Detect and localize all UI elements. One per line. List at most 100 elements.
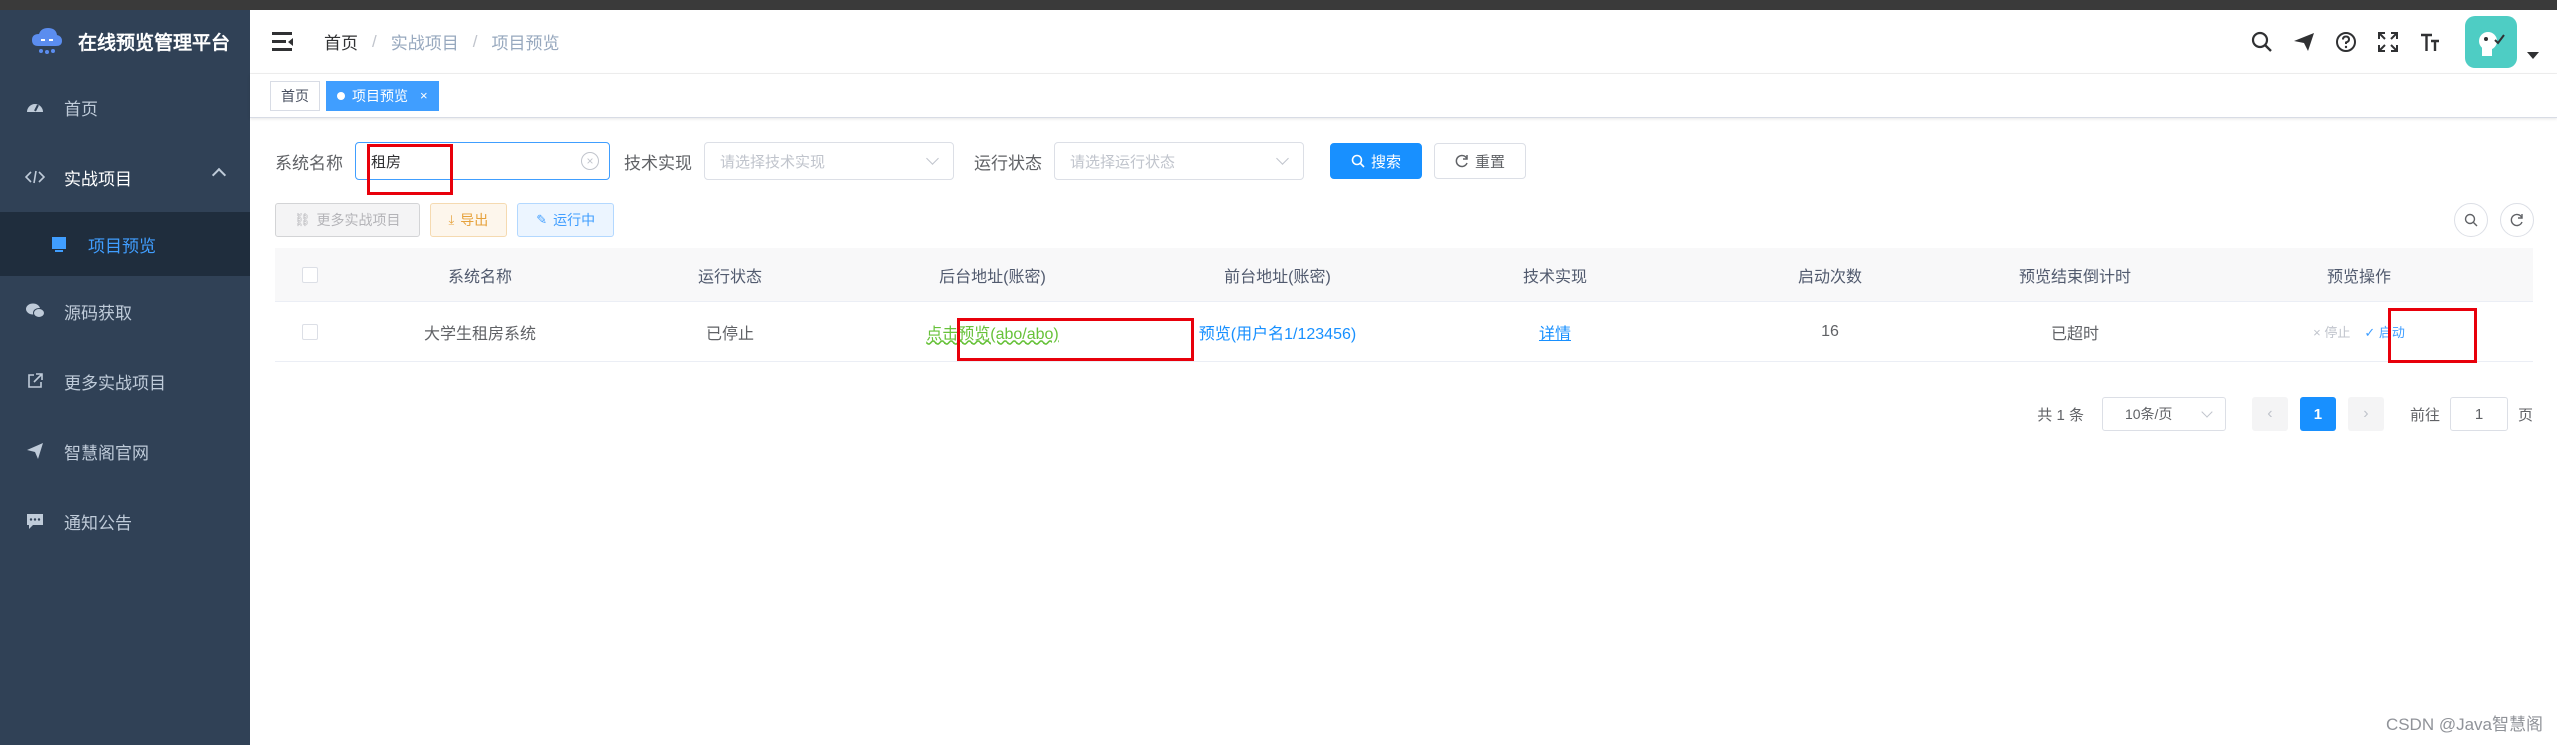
tag-home[interactable]: 首页 <box>270 80 320 111</box>
cloud-logo-icon <box>32 28 62 54</box>
export-button[interactable]: ⤓ 导出 <box>429 203 508 237</box>
sidebar-item-notice[interactable]: 通知公告 <box>0 486 250 556</box>
toggle-search-button[interactable] <box>2454 203 2488 237</box>
breadcrumb-projects: 实战项目 <box>390 34 459 53</box>
monitor-icon <box>50 235 68 253</box>
edit-icon: ✎ <box>536 212 548 227</box>
sidebar-item-source[interactable]: 源码获取 <box>0 276 250 346</box>
header-tech[interactable]: 技术实现 <box>1415 263 1695 287</box>
reset-button[interactable]: 重置 <box>1434 143 1526 179</box>
code-icon <box>24 166 46 188</box>
close-icon[interactable]: × <box>420 88 428 103</box>
wechat-icon <box>24 300 46 322</box>
refresh-icon <box>2510 213 2523 227</box>
sidebar-item-website[interactable]: 智慧阁官网 <box>0 416 250 486</box>
tag-preview[interactable]: 项目预览 × <box>326 80 439 111</box>
search-icon <box>1351 154 1365 168</box>
sidebar-item-projects[interactable]: 实战项目 <box>0 142 250 212</box>
page-suffix: 页 <box>2517 406 2533 424</box>
avatar[interactable] <box>2465 16 2517 68</box>
external-link-icon <box>24 370 46 392</box>
fullscreen-icon[interactable] <box>2375 29 2401 55</box>
header-status[interactable]: 运行状态 <box>615 263 845 287</box>
next-page-button[interactable]: › <box>2347 397 2384 431</box>
status-select-placeholder: 请选择运行状态 <box>1070 153 1176 171</box>
header-frontend[interactable]: 前台地址(账密) <box>1140 263 1415 287</box>
tech-label: 技术实现 <box>624 153 692 173</box>
avatar-image <box>2479 32 2505 56</box>
annotation-box-search <box>367 144 453 195</box>
watermark: CSDN @Java智慧阁 <box>2385 715 2543 734</box>
download-icon: ⤓ <box>448 212 455 227</box>
header-checkbox-cell <box>275 266 345 283</box>
page-size-select[interactable]: 10条/页 <box>2101 397 2226 431</box>
chevron-down-icon <box>926 152 939 165</box>
clear-icon[interactable]: × <box>581 152 599 170</box>
row-checkbox[interactable] <box>302 323 318 340</box>
chevron-up-icon <box>211 167 227 183</box>
tech-detail-link[interactable]: 详情 <box>1539 326 1571 343</box>
cell-name: 大学生租房系统 <box>423 325 536 343</box>
cell-operation: × 停止 ✓ 启动 <box>2185 322 2533 341</box>
status-label: 运行状态 <box>974 153 1042 173</box>
sidebar-item-label: 智慧阁官网 <box>64 443 149 463</box>
annotation-box-backend <box>957 318 1194 361</box>
sidebar: 在线预览管理平台 首页 实战项目 项目预览 源码获取 更多实战项目 智慧阁官网 … <box>0 10 250 745</box>
search-button[interactable]: 搜索 <box>1330 143 1422 179</box>
frontend-preview-link[interactable]: 预览(用户名1/123456) <box>1199 326 1356 343</box>
sidebar-item-home[interactable]: 首页 <box>0 72 250 142</box>
header-countdown[interactable]: 预览结束倒计时 <box>1965 263 2185 287</box>
cell-countdown: 已超时 <box>2050 325 2099 343</box>
top-strip <box>0 0 2557 10</box>
tech-select[interactable]: 请选择技术实现 <box>704 142 954 180</box>
send-icon[interactable] <box>2291 29 2317 55</box>
goto-label: 前往 <box>2409 406 2440 424</box>
pagination: 共 1 条 10条/页 ‹ 1 › 前往 1 页 <box>2037 396 2533 432</box>
page-jumper: 前往 1 页 <box>2410 397 2533 431</box>
cell-status: 已停止 <box>705 325 754 343</box>
text-size-icon[interactable] <box>2417 29 2443 55</box>
header-name[interactable]: 系统名称 <box>345 263 615 287</box>
table-toolbar: ⛓ 更多实战项目 ⤓ 导出 ✎ 运行中 <box>275 203 624 237</box>
goto-input[interactable]: 1 <box>2449 397 2508 431</box>
prev-page-button[interactable]: ‹ <box>2251 397 2288 431</box>
breadcrumb-preview: 项目预览 <box>491 34 560 53</box>
sidebar-item-label: 源码获取 <box>64 303 132 323</box>
sidebar-item-more-projects[interactable]: 更多实战项目 <box>0 346 250 416</box>
help-icon[interactable] <box>2333 29 2359 55</box>
tags-view: 首页 项目预览 × <box>250 74 2557 118</box>
link-icon: ⛓ <box>294 212 311 227</box>
cell-tech: 详情 <box>1415 320 1695 344</box>
more-projects-button[interactable]: ⛓ 更多实战项目 <box>275 203 420 237</box>
header-backend[interactable]: 后台地址(账密) <box>845 263 1140 287</box>
refresh-icon <box>1455 154 1468 168</box>
navbar: 首页 / 实战项目 / 项目预览 <box>250 10 2557 74</box>
row-checkbox-cell <box>275 323 345 340</box>
search-icon[interactable] <box>2249 29 2275 55</box>
annotation-box-start <box>2388 308 2477 363</box>
name-label: 系统名称 <box>275 153 343 173</box>
sidebar-item-label: 首页 <box>64 99 98 119</box>
sidebar-subitem-preview[interactable]: 项目预览 <box>0 212 250 276</box>
stop-button[interactable]: × 停止 <box>2313 322 2350 341</box>
hamburger-icon[interactable] <box>272 31 294 52</box>
select-all-checkbox[interactable] <box>302 266 318 283</box>
running-button[interactable]: ✎ 运行中 <box>517 203 615 237</box>
breadcrumb-home[interactable]: 首页 <box>324 29 358 54</box>
app-logo[interactable]: 在线预览管理平台 <box>0 10 250 72</box>
search-form: 系统名称 租房 × 技术实现 请选择技术实现 运行状态 请选择运行状态 搜索 重… <box>275 142 1526 180</box>
page-number-current[interactable]: 1 <box>2299 397 2336 431</box>
navbar-actions <box>2233 10 2539 74</box>
message-icon <box>24 510 46 532</box>
tech-select-placeholder: 请选择技术实现 <box>720 153 826 171</box>
header-operation[interactable]: 预览操作 <box>2185 263 2533 287</box>
header-count[interactable]: 启动次数 <box>1695 263 1965 287</box>
chevron-down-icon <box>2201 406 2213 418</box>
chevron-down-icon <box>1276 152 1289 165</box>
caret-down-icon[interactable] <box>2527 51 2539 59</box>
project-table: 系统名称 运行状态 后台地址(账密) 前台地址(账密) 技术实现 启动次数 预览… <box>275 248 2533 362</box>
operation-group: × 停止 ✓ 启动 <box>2185 322 2533 341</box>
status-select[interactable]: 请选择运行状态 <box>1054 142 1304 180</box>
refresh-button[interactable] <box>2500 203 2534 237</box>
sidebar-item-label: 通知公告 <box>64 513 132 533</box>
